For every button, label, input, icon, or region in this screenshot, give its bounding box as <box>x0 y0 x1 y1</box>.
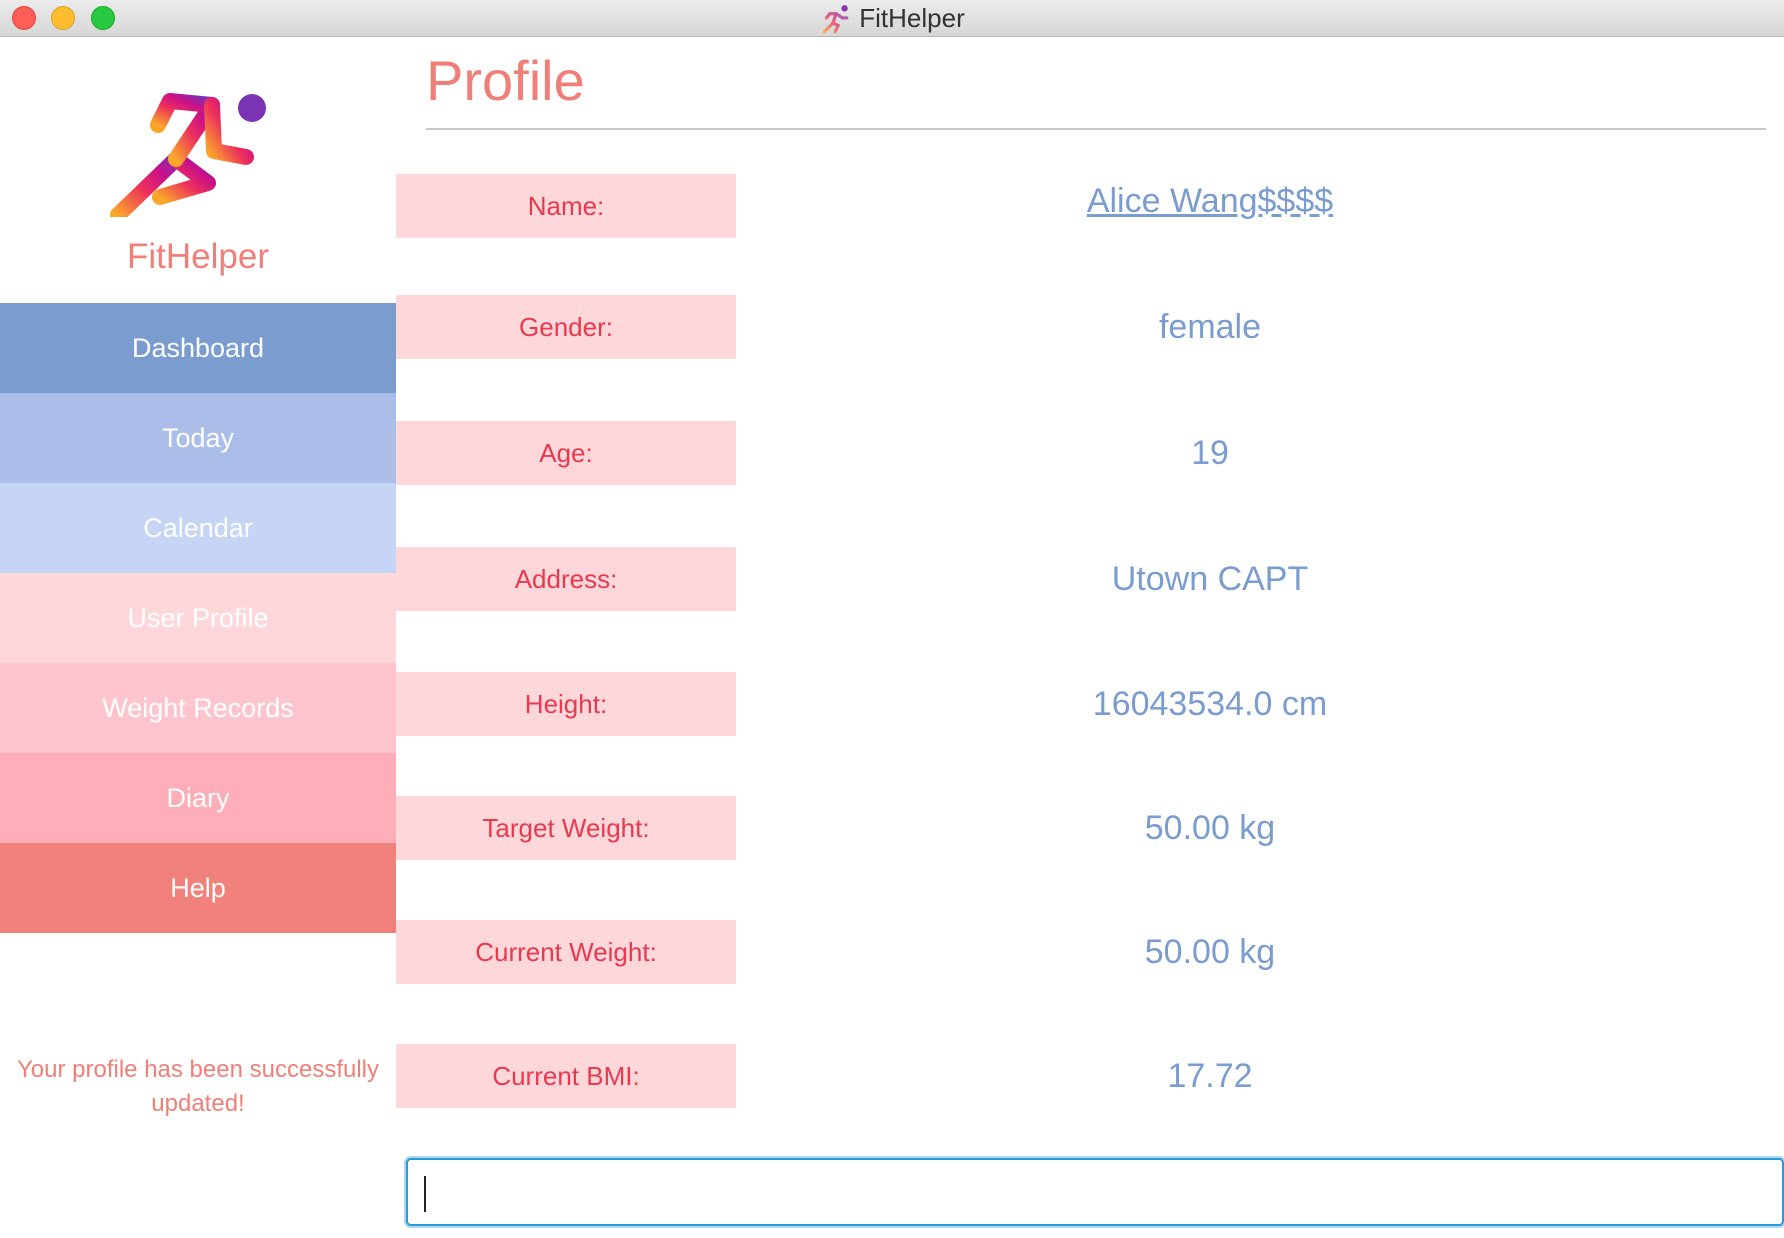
current-weight-label: Current Weight: <box>396 920 736 984</box>
window-titlebar: FitHelper <box>0 0 1784 37</box>
sidebar-item-calendar[interactable]: Calendar <box>0 483 396 573</box>
age-value: 19 <box>1191 433 1229 472</box>
current-bmi-label: Current BMI: <box>396 1044 736 1108</box>
address-label: Address: <box>396 547 736 611</box>
sidebar-item-help[interactable]: Help <box>0 843 396 933</box>
target-weight-label: Target Weight: <box>396 796 736 860</box>
sidebar-item-weight-records[interactable]: Weight Records <box>0 663 396 753</box>
height-label: Height: <box>396 672 736 736</box>
target-weight-value: 50.00 kg <box>1144 808 1276 847</box>
address-value: Utown CAPT <box>1111 559 1309 598</box>
app-runner-icon <box>822 4 849 33</box>
window-title: FitHelper <box>859 3 965 33</box>
name-value[interactable]: Alice Wang$$$$ <box>820 169 1600 233</box>
name-label: Name: <box>396 174 736 238</box>
status-message: Your profile has been successfully updat… <box>17 1056 379 1117</box>
sidebar-nav: Dashboard Today Calendar User Profile We… <box>0 303 396 933</box>
text-caret <box>424 1176 426 1212</box>
age-label: Age: <box>396 421 736 485</box>
gender-value: female <box>1158 307 1262 346</box>
sidebar-item-diary[interactable]: Diary <box>0 753 396 843</box>
sidebar-item-user-profile[interactable]: User Profile <box>0 573 396 663</box>
sidebar-item-today[interactable]: Today <box>0 393 396 483</box>
running-person-icon <box>110 93 266 217</box>
app-brand-name: FitHelper <box>127 237 269 276</box>
current-weight-value: 50.00 kg <box>1144 932 1276 971</box>
sidebar-item-dashboard[interactable]: Dashboard <box>0 303 396 393</box>
page-title: Profile <box>426 49 585 112</box>
sidebar: FitHelper Dashboard Today Calendar User … <box>0 37 396 1238</box>
command-input[interactable] <box>408 1160 1782 1224</box>
current-bmi-value: 17.72 <box>1167 1056 1253 1095</box>
height-value: 16043534.0 cm <box>1092 684 1328 723</box>
gender-label: Gender: <box>396 295 736 359</box>
title-divider <box>426 128 1766 130</box>
window-title-area: FitHelper <box>0 0 1784 37</box>
command-box <box>406 1158 1784 1226</box>
